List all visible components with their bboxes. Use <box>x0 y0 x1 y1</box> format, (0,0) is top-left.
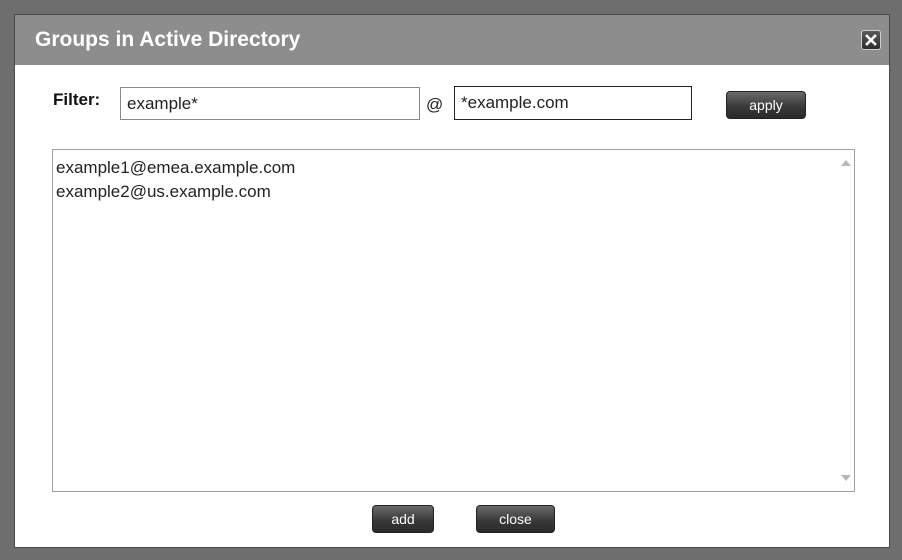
filter-domain-input[interactable] <box>454 86 692 120</box>
dialog-titlebar: Groups in Active Directory <box>15 15 889 65</box>
dialog-title: Groups in Active Directory <box>35 28 301 51</box>
filter-name-input[interactable] <box>120 87 420 120</box>
close-x-glyph <box>865 34 877 46</box>
list-item[interactable]: example1@emea.example.com <box>56 156 295 180</box>
scroll-up-arrow-icon[interactable] <box>841 160 851 166</box>
groups-list[interactable]: example1@emea.example.com example2@us.ex… <box>52 149 855 492</box>
groups-list-items: example1@emea.example.com example2@us.ex… <box>56 156 295 204</box>
scroll-down-arrow-icon[interactable] <box>841 475 851 481</box>
groups-dialog: Groups in Active Directory Filter: @ app… <box>14 14 890 548</box>
list-scrollbar[interactable] <box>837 150 854 491</box>
close-icon[interactable] <box>861 30 881 50</box>
at-sign-label: @ <box>426 95 444 114</box>
filter-label: Filter: <box>53 90 101 109</box>
list-item[interactable]: example2@us.example.com <box>56 180 295 204</box>
add-button[interactable]: add <box>372 505 434 533</box>
apply-button[interactable]: apply <box>726 91 806 119</box>
close-button[interactable]: close <box>476 505 555 533</box>
